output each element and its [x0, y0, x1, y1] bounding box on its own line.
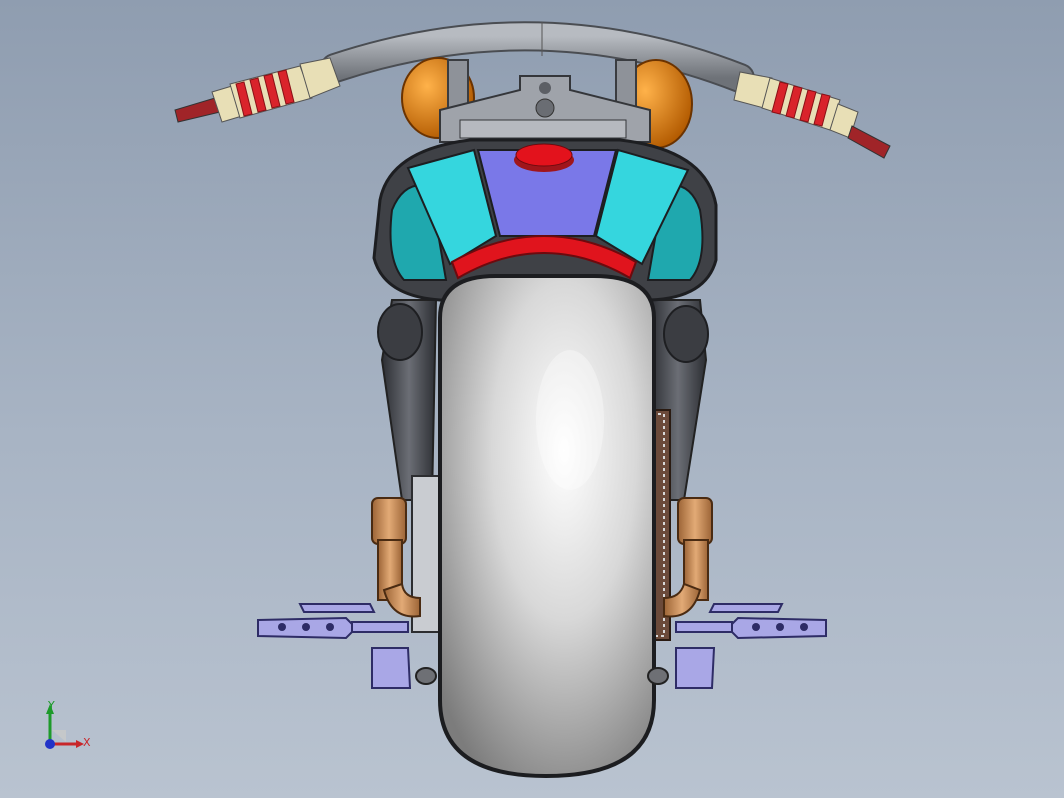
left-axle-nut — [415, 667, 437, 685]
right-footpeg[interactable] — [675, 603, 827, 689]
rear-tire[interactable] — [438, 274, 656, 779]
coordinate-triad: Y X — [38, 700, 98, 756]
graphics-viewport[interactable]: Y X — [0, 0, 1064, 798]
right-axle-nut — [647, 667, 669, 685]
y-axis-label: Y — [48, 699, 55, 712]
left-footpeg[interactable] — [257, 603, 412, 689]
right-exhaust-pipe — [663, 497, 713, 618]
right-grip[interactable] — [733, 71, 891, 159]
left-grip[interactable] — [174, 57, 341, 123]
x-axis-label: X — [83, 736, 91, 749]
fuel-cap[interactable] — [515, 143, 573, 167]
motorcycle-model[interactable] — [0, 0, 1064, 798]
